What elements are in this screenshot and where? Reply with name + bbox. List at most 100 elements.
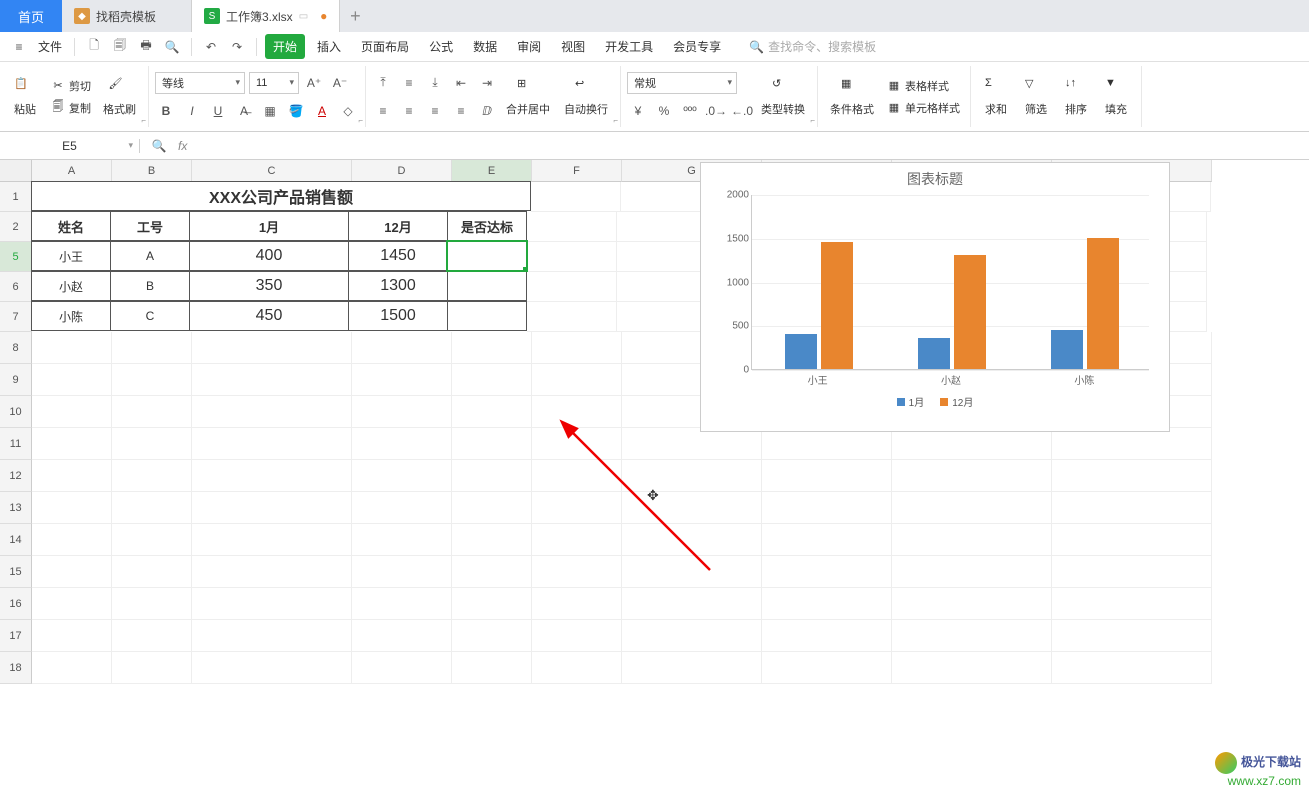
menu-tab-review[interactable]: 审阅 (509, 34, 549, 59)
sort-button[interactable]: ↓↑排序 (1057, 75, 1095, 119)
paste-button[interactable]: 📋 粘贴 (6, 75, 44, 119)
cell-F6[interactable] (527, 272, 617, 302)
cell-J12[interactable] (1052, 460, 1212, 492)
cell-F16[interactable] (532, 588, 622, 620)
cell-H16[interactable] (762, 588, 892, 620)
cell-B15[interactable] (112, 556, 192, 588)
row-header-11[interactable]: 11 (0, 428, 32, 460)
cell-G15[interactable] (622, 556, 762, 588)
row-header-10[interactable]: 10 (0, 396, 32, 428)
decimal-dec-icon[interactable]: ←.0 (731, 100, 753, 122)
wrap-button[interactable]: ↩ 自动换行 (558, 75, 614, 119)
cell-F1[interactable] (531, 182, 621, 212)
cell-D9[interactable] (352, 364, 452, 396)
cell-B7[interactable]: C (110, 301, 190, 331)
chart-object[interactable]: 图表标题 0500100015002000 小王小赵小陈 1月12月 (700, 162, 1170, 432)
font-launcher-icon[interactable]: ⌐ (358, 116, 363, 125)
cell-J13[interactable] (1052, 492, 1212, 524)
row-header-13[interactable]: 13 (0, 492, 32, 524)
cell-C13[interactable] (192, 492, 352, 524)
cell-D16[interactable] (352, 588, 452, 620)
menu-tab-dev[interactable]: 开发工具 (597, 34, 661, 59)
cell-F2[interactable] (527, 212, 617, 242)
menu-tab-start[interactable]: 开始 (265, 34, 305, 59)
cell-A15[interactable] (32, 556, 112, 588)
cell-D14[interactable] (352, 524, 452, 556)
cell-D2[interactable]: 12月 (348, 211, 448, 241)
cell-E11[interactable] (452, 428, 532, 460)
cell-D8[interactable] (352, 332, 452, 364)
row-header-18[interactable]: 18 (0, 652, 32, 684)
col-header-F[interactable]: F (532, 160, 622, 182)
command-search[interactable]: 🔍 查找命令、搜索模板 (749, 38, 876, 55)
cell-J15[interactable] (1052, 556, 1212, 588)
cell-C11[interactable] (192, 428, 352, 460)
cell-A10[interactable] (32, 396, 112, 428)
strikethrough-icon[interactable]: A̶ (233, 100, 255, 122)
cell-C16[interactable] (192, 588, 352, 620)
save-icon[interactable]: 🗋 (83, 36, 105, 58)
cell-D13[interactable] (352, 492, 452, 524)
number-format-select[interactable]: 常规 (627, 72, 737, 94)
file-menu[interactable]: 文件 (34, 38, 66, 55)
cell-E13[interactable] (452, 492, 532, 524)
copy-button[interactable]: 🗐复制 (46, 98, 95, 118)
cell-B14[interactable] (112, 524, 192, 556)
name-box[interactable]: E5 (0, 139, 140, 153)
cut-button[interactable]: ✂剪切 (46, 76, 95, 96)
cell-B13[interactable] (112, 492, 192, 524)
cell-B16[interactable] (112, 588, 192, 620)
cell-A8[interactable] (32, 332, 112, 364)
row-header-1[interactable]: 1 (0, 182, 32, 212)
col-header-C[interactable]: C (192, 160, 352, 182)
table-style-button[interactable]: ▦表格样式 (882, 76, 964, 96)
decimal-inc-icon[interactable]: .0→ (705, 100, 727, 122)
merge-button[interactable]: ⊞ 合并居中 (500, 75, 556, 119)
cell-A6[interactable]: 小赵 (31, 271, 111, 301)
cell-J11[interactable] (1052, 428, 1212, 460)
cell-C6[interactable]: 350 (189, 271, 349, 301)
cell-E9[interactable] (452, 364, 532, 396)
cell-H17[interactable] (762, 620, 892, 652)
cell-B10[interactable] (112, 396, 192, 428)
cell-G13[interactable] (622, 492, 762, 524)
cell-D17[interactable] (352, 620, 452, 652)
cell-I12[interactable] (892, 460, 1052, 492)
save-as-icon[interactable]: 🗐 (109, 36, 131, 58)
cell-C12[interactable] (192, 460, 352, 492)
cell-E17[interactable] (452, 620, 532, 652)
cell-E10[interactable] (452, 396, 532, 428)
cell-F11[interactable] (532, 428, 622, 460)
cell-C2[interactable]: 1月 (189, 211, 349, 241)
cell-H11[interactable] (762, 428, 892, 460)
cell-F14[interactable] (532, 524, 622, 556)
cell-B11[interactable] (112, 428, 192, 460)
cell-I15[interactable] (892, 556, 1052, 588)
cell-H13[interactable] (762, 492, 892, 524)
cell-J18[interactable] (1052, 652, 1212, 684)
menu-tab-insert[interactable]: 插入 (309, 34, 349, 59)
cell-D7[interactable]: 1500 (348, 301, 448, 331)
cell-C15[interactable] (192, 556, 352, 588)
cell-B2[interactable]: 工号 (110, 211, 190, 241)
indent-increase-icon[interactable]: ⇥ (476, 72, 498, 94)
bold-icon[interactable]: B (155, 100, 177, 122)
type-convert-button[interactable]: ↺ 类型转换 (755, 75, 811, 119)
cell-B17[interactable] (112, 620, 192, 652)
highlight-icon[interactable]: ◇ (337, 100, 359, 122)
row-header-17[interactable]: 17 (0, 620, 32, 652)
underline-icon[interactable]: U (207, 100, 229, 122)
cell-D12[interactable] (352, 460, 452, 492)
cell-G16[interactable] (622, 588, 762, 620)
cell-C5[interactable]: 400 (189, 241, 349, 271)
menu-hamburger-icon[interactable]: ≡ (8, 36, 30, 58)
zoom-icon[interactable]: 🔍 (148, 135, 170, 157)
cell-A17[interactable] (32, 620, 112, 652)
cell-H15[interactable] (762, 556, 892, 588)
cell-H14[interactable] (762, 524, 892, 556)
cell-D6[interactable]: 1300 (348, 271, 448, 301)
sum-button[interactable]: Σ求和 (977, 75, 1015, 119)
cell-F17[interactable] (532, 620, 622, 652)
italic-icon[interactable]: I (181, 100, 203, 122)
cell-C17[interactable] (192, 620, 352, 652)
